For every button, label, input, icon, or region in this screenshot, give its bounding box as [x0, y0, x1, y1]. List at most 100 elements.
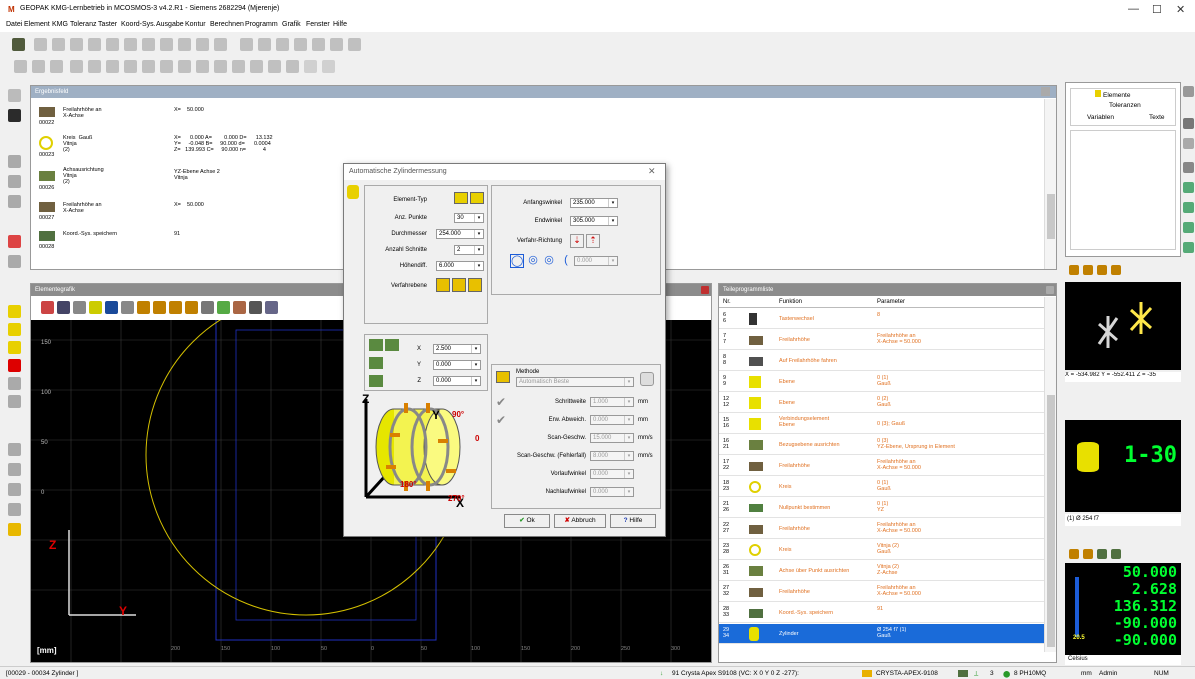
circle-cw-icon[interactable]: ◎ — [526, 254, 540, 268]
program-row[interactable]: 16 21 Bezugsebene ausrichten 0 (3) YZ-Eben… — [719, 435, 1044, 455]
ok-button[interactable]: ✔ Ok — [504, 514, 550, 528]
direction-up-button[interactable]: ⇡ — [586, 234, 600, 248]
program-row[interactable]: 28 33 Koord.-Sys. speichern 91 — [719, 603, 1044, 623]
pan-hand-icon[interactable] — [73, 301, 86, 314]
settings-icon[interactable] — [8, 255, 21, 268]
view-icon[interactable] — [8, 89, 21, 102]
check-icon[interactable]: ✔ — [496, 413, 510, 427]
calc-hole-icon[interactable] — [250, 60, 263, 73]
scan-settings-icon[interactable] — [640, 372, 654, 386]
warning-icon[interactable] — [8, 523, 21, 536]
program-row[interactable]: 12 12 Ebene 0 (2) Gauß — [719, 393, 1044, 413]
plane-icon[interactable] — [124, 38, 137, 51]
calc-circle-icon[interactable] — [106, 60, 119, 73]
endwinkel-field[interactable]: 305.000 ▾ — [570, 216, 618, 226]
probe-icon[interactable] — [8, 109, 21, 122]
view-xz-icon[interactable] — [153, 301, 166, 314]
direction-field[interactable]: 0.000 ▾ — [574, 256, 618, 266]
minimize-button[interactable]: — — [1128, 3, 1139, 15]
calc-intersect-icon[interactable] — [14, 60, 27, 73]
zoom-in-icon[interactable] — [57, 301, 70, 314]
calc-contour-icon[interactable] — [268, 60, 281, 73]
view-xy-icon[interactable] — [1069, 265, 1079, 275]
tab-elemente[interactable]: Elemente — [1103, 92, 1130, 99]
tool-icon[interactable] — [1183, 118, 1194, 129]
scan-geschw-field[interactable]: 15.000 ▾ — [590, 433, 634, 443]
dro-icon[interactable] — [1111, 549, 1121, 559]
menu-kontur[interactable]: Kontur — [185, 21, 206, 28]
exit-icon[interactable] — [12, 38, 25, 51]
machine2-icon[interactable] — [8, 175, 21, 188]
view-iso-icon[interactable] — [1111, 265, 1121, 275]
tab-toleranzen[interactable]: Toleranzen — [1109, 102, 1141, 109]
hilfe-button[interactable]: ? Hilfe — [610, 514, 656, 528]
person-icon[interactable] — [105, 301, 118, 314]
calc-arc-icon[interactable] — [304, 60, 317, 73]
calc-angle2-icon[interactable] — [232, 60, 245, 73]
program-row[interactable]: 8 8 Auf Freilahrhöhe fahren — [719, 351, 1044, 371]
view-xz-icon[interactable] — [1083, 265, 1093, 275]
cone-icon[interactable] — [142, 38, 155, 51]
tool4-icon[interactable] — [8, 463, 21, 476]
calc-perp-icon[interactable] — [214, 60, 227, 73]
element-type-cylinder-button[interactable] — [454, 192, 468, 204]
calc-angle-icon[interactable] — [50, 60, 63, 73]
sphere-icon[interactable] — [160, 38, 173, 51]
tool2-icon[interactable] — [8, 395, 21, 408]
select-icon[interactable] — [89, 301, 102, 314]
calc-projection-icon[interactable] — [178, 60, 191, 73]
auto-sphere-icon[interactable] — [348, 38, 361, 51]
col-funktion[interactable]: Funktion — [779, 299, 802, 305]
tool-icon[interactable] — [1183, 162, 1194, 173]
durchmesser-field[interactable]: 254.000 ▾ — [436, 229, 484, 239]
program-row[interactable]: 6 6 Tasterwechsel 8 — [719, 309, 1044, 329]
menu-taster[interactable]: Taster — [98, 21, 117, 28]
calc-distance-icon[interactable] — [32, 60, 45, 73]
tool-icon[interactable] — [1183, 222, 1194, 233]
calc-rect-icon[interactable] — [88, 60, 101, 73]
program-scrollbar[interactable] — [1044, 297, 1056, 652]
dialog-close-button[interactable]: ✕ — [648, 166, 656, 177]
target-icon[interactable] — [121, 301, 134, 314]
tool5-icon[interactable] — [8, 483, 21, 496]
calc-profile-icon[interactable] — [322, 60, 335, 73]
result-row[interactable]: 00023 Kreis Gauß Vitnja (2) X= 0.000 A= … — [31, 132, 1041, 162]
menu-ausgabe[interactable]: Ausgabe — [156, 21, 184, 28]
view-yz-icon[interactable] — [169, 301, 182, 314]
element-type-cylinder2-button[interactable] — [470, 192, 484, 204]
plane-xz-button[interactable] — [452, 278, 466, 292]
element-cylinder-icon[interactable] — [8, 341, 21, 354]
auto-point-icon[interactable] — [240, 38, 253, 51]
y-field[interactable]: 0.000 ▾ — [433, 360, 481, 370]
menu-hilfe[interactable]: Hilfe — [333, 21, 347, 28]
anfangswinkel-field[interactable]: 235.000 ▾ — [570, 198, 618, 208]
maximize-button[interactable]: ☐ — [1152, 3, 1162, 16]
program-row-selected[interactable]: 29 34 Zylinder Ø 254 f7 (1) Gauß — [719, 624, 1044, 644]
calc-curve-icon[interactable] — [286, 60, 299, 73]
auto-cone-icon[interactable] — [330, 38, 343, 51]
element-plane-icon[interactable] — [8, 323, 21, 336]
result-panel-close-button[interactable] — [1041, 87, 1050, 96]
tab-variablen[interactable]: Variablen — [1087, 114, 1114, 121]
circle-icon[interactable] — [106, 38, 119, 51]
program-row[interactable]: 17 22 Freilahrhöhe Freilahrhöhe an X-Achse… — [719, 456, 1044, 476]
tool-icon[interactable] — [1183, 182, 1194, 193]
plane-yz-button[interactable] — [468, 278, 482, 292]
scrollbar-thumb[interactable] — [1047, 194, 1055, 239]
circle-ccw-icon[interactable]: ◎ — [542, 254, 556, 268]
auto-plane-icon[interactable] — [294, 38, 307, 51]
program-row[interactable]: 9 9 Ebene 0 (1) Gauß — [719, 372, 1044, 392]
tool-icon[interactable] — [8, 377, 21, 390]
abbruch-button[interactable]: ✘ Abbruch — [554, 514, 606, 528]
torus-icon[interactable] — [196, 38, 209, 51]
col-nr[interactable]: Nr. — [723, 299, 731, 305]
element-circle-icon[interactable] — [8, 305, 21, 318]
menu-grafik[interactable]: Grafik — [282, 21, 301, 28]
dro-icon[interactable] — [1097, 549, 1107, 559]
menu-koord-sys[interactable]: Koord-Sys. — [121, 21, 156, 28]
scrollbar-thumb[interactable] — [1047, 395, 1055, 647]
x-field[interactable]: 2.500 ▾ — [433, 344, 481, 354]
machine-icon[interactable] — [8, 155, 21, 168]
vorlaufwinkel-field[interactable]: 0.000 ▾ — [590, 469, 634, 479]
dro-icon[interactable] — [1083, 549, 1093, 559]
